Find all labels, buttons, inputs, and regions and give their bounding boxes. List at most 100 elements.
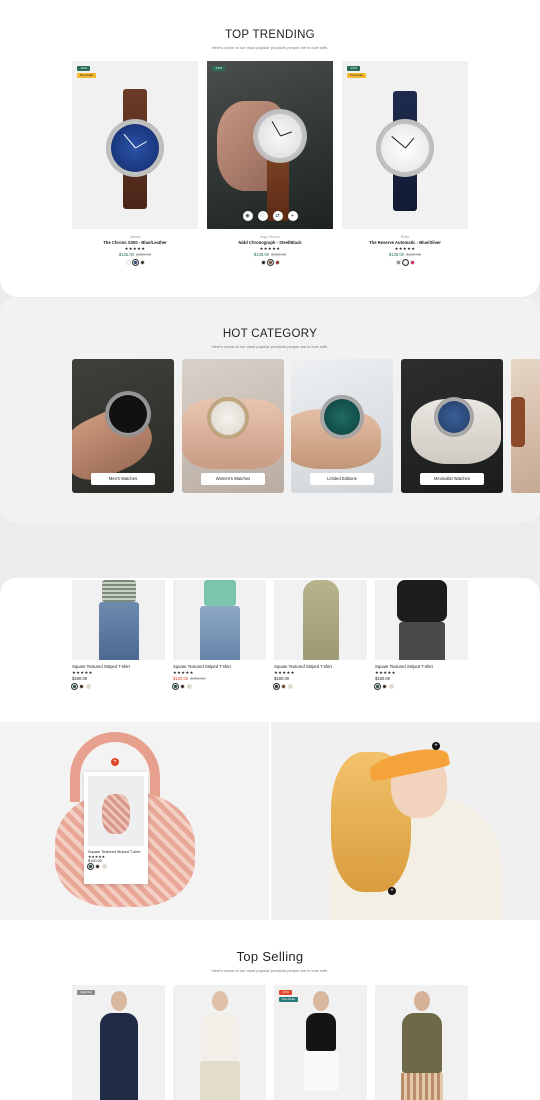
product-image[interactable] <box>173 985 266 1100</box>
color-swatches <box>272 682 367 691</box>
swatch-black[interactable] <box>139 260 145 265</box>
swatch-brown[interactable] <box>281 684 286 689</box>
hotspot-icon[interactable]: + <box>388 887 396 895</box>
top-trending-section: TOP TRENDING Here's some of our most pop… <box>0 0 540 297</box>
product-price: $135.00 $439.00 <box>388 252 422 257</box>
swatch-brown[interactable] <box>95 864 100 869</box>
preorder-badge: Pre-Order <box>77 73 97 78</box>
swatch-green[interactable] <box>373 682 382 691</box>
lookbook-model-image: + + <box>271 722 540 920</box>
discount-badge: -15% <box>279 990 293 995</box>
product-image[interactable]: -15% ◉ ♡ ⇄ + <box>207 61 333 229</box>
color-swatches <box>72 258 198 267</box>
product-card[interactable]: Square Textured Striped T-shirt ★★★★★ $1… <box>272 580 367 691</box>
watch-icon <box>106 119 164 177</box>
discount-badge: -15% <box>212 66 226 71</box>
product-image[interactable]: -15% Pre-Order <box>342 61 468 229</box>
product-image[interactable] <box>173 580 266 660</box>
top-selling-title: Top Selling <box>236 949 304 964</box>
product-image[interactable]: -15% Pre-Order <box>274 985 367 1100</box>
wishlist-icon[interactable]: ♡ <box>257 211 268 221</box>
sold-out-badge: Sold Out <box>77 990 95 995</box>
compare-icon[interactable]: ⇄ <box>272 211 283 221</box>
category-button[interactable]: Limited Editions <box>310 473 374 485</box>
swatch-beige[interactable] <box>187 684 192 689</box>
watch-icon <box>206 397 249 439</box>
category-button[interactable]: Men's Watches <box>91 473 155 485</box>
swatch-beige[interactable] <box>102 864 107 869</box>
swatch-green[interactable] <box>86 862 95 871</box>
swatch-green[interactable] <box>70 682 79 691</box>
top-trending-title: TOP TRENDING <box>225 29 315 41</box>
product-card[interactable]: Square Textured Striped T-shirt ★★★★★ $1… <box>373 580 468 691</box>
watch-icon <box>253 109 308 163</box>
hot-category-title: HOT CATEGORY <box>222 328 318 340</box>
swatch-beige[interactable] <box>288 684 293 689</box>
swatch-red[interactable] <box>274 260 280 265</box>
swatch-white[interactable] <box>125 260 131 265</box>
swatch-beige[interactable] <box>86 684 91 689</box>
swatch-brown[interactable] <box>79 684 84 689</box>
popup-price: $100.00 <box>88 859 102 863</box>
product-card[interactable]: Square Textured Striped T-shirt ★★★★★ $1… <box>70 580 165 691</box>
watch-icon <box>105 391 152 437</box>
category-card-limited[interactable]: Limited Editions <box>291 359 393 493</box>
category-card-partial[interactable] <box>511 359 540 493</box>
product-price: $190.00 <box>72 676 88 681</box>
swatch-blue[interactable] <box>131 258 139 267</box>
lookbook-section: + Square Textured Striped T-shirt ★★★★★ … <box>0 722 540 920</box>
swatch-beige[interactable] <box>389 684 394 689</box>
hotspot-popup[interactable]: Square Textured Striped T-shirt ★★★★★ $1… <box>84 772 148 884</box>
hotspot-icon[interactable]: + <box>432 742 440 750</box>
top-selling-subtitle: Here's some of our most popular products… <box>211 968 329 973</box>
watch-icon <box>320 395 364 439</box>
product-price: $135.00 $439.00 <box>253 252 287 257</box>
apparel-section: Square Textured Striped T-shirt ★★★★★ $1… <box>0 578 540 722</box>
swatch-black[interactable] <box>260 260 266 265</box>
product-card[interactable]: Square Textured Striped T-shirt ★★★★★ $1… <box>171 580 266 691</box>
product-image[interactable]: Sold Out <box>72 985 165 1100</box>
product-image[interactable]: -15% Pre-Order <box>72 61 198 229</box>
color-swatches <box>70 682 165 691</box>
swatch-red[interactable] <box>409 260 415 265</box>
swatch-grey[interactable] <box>395 260 401 265</box>
category-card-mens[interactable]: Men's Watches <box>72 359 174 493</box>
product-price: $190.00 <box>375 676 391 681</box>
swatch-brown[interactable] <box>180 684 185 689</box>
hot-category-section: HOT CATEGORY Here's some of our most pop… <box>0 298 540 523</box>
swatch-green[interactable] <box>171 682 180 691</box>
watch-icon <box>434 397 475 437</box>
color-swatches <box>207 258 333 267</box>
add-to-cart-icon[interactable]: + <box>287 211 298 221</box>
hot-category-subtitle: Here's some of our most popular products… <box>211 344 329 349</box>
color-swatches <box>86 862 144 871</box>
category-card-womens[interactable]: Women's Watches <box>182 359 284 493</box>
color-swatches <box>342 258 468 267</box>
quick-actions: ◉ ♡ ⇄ + <box>207 211 333 221</box>
product-image[interactable] <box>72 580 165 660</box>
discount-badge: -15% <box>347 66 361 71</box>
preorder-badge: Pre-Order <box>347 73 367 78</box>
product-price: $130.00 $495.00 <box>173 676 206 681</box>
watch-icon <box>376 119 434 177</box>
swatch-brown[interactable] <box>266 258 274 267</box>
quick-view-icon[interactable]: ◉ <box>242 211 253 221</box>
category-button[interactable]: Women's Watches <box>201 473 265 485</box>
swatch-brown[interactable] <box>382 684 387 689</box>
popup-name[interactable]: Square Textured Striped T-shirt <box>88 846 144 854</box>
swatch-black[interactable] <box>272 682 281 691</box>
swatch-white[interactable] <box>401 258 409 267</box>
hotspot-icon[interactable]: + <box>111 758 119 766</box>
top-trending-subtitle: Here's some of our most popular products… <box>211 45 329 50</box>
preorder-badge: Pre-Order <box>279 997 299 1002</box>
lookbook-bag-image: + Square Textured Striped T-shirt ★★★★★ … <box>0 722 269 920</box>
category-card-minimalist[interactable]: Minimalist Watches <box>401 359 503 493</box>
product-image[interactable] <box>375 580 468 660</box>
product-image[interactable] <box>274 580 367 660</box>
top-selling-section: Top Selling Here's some of our most popu… <box>0 920 540 1100</box>
color-swatches <box>171 682 266 691</box>
product-price: $190.00 <box>274 676 290 681</box>
category-button[interactable]: Minimalist Watches <box>420 473 484 485</box>
product-image[interactable] <box>375 985 468 1100</box>
discount-badge: -15% <box>77 66 91 71</box>
